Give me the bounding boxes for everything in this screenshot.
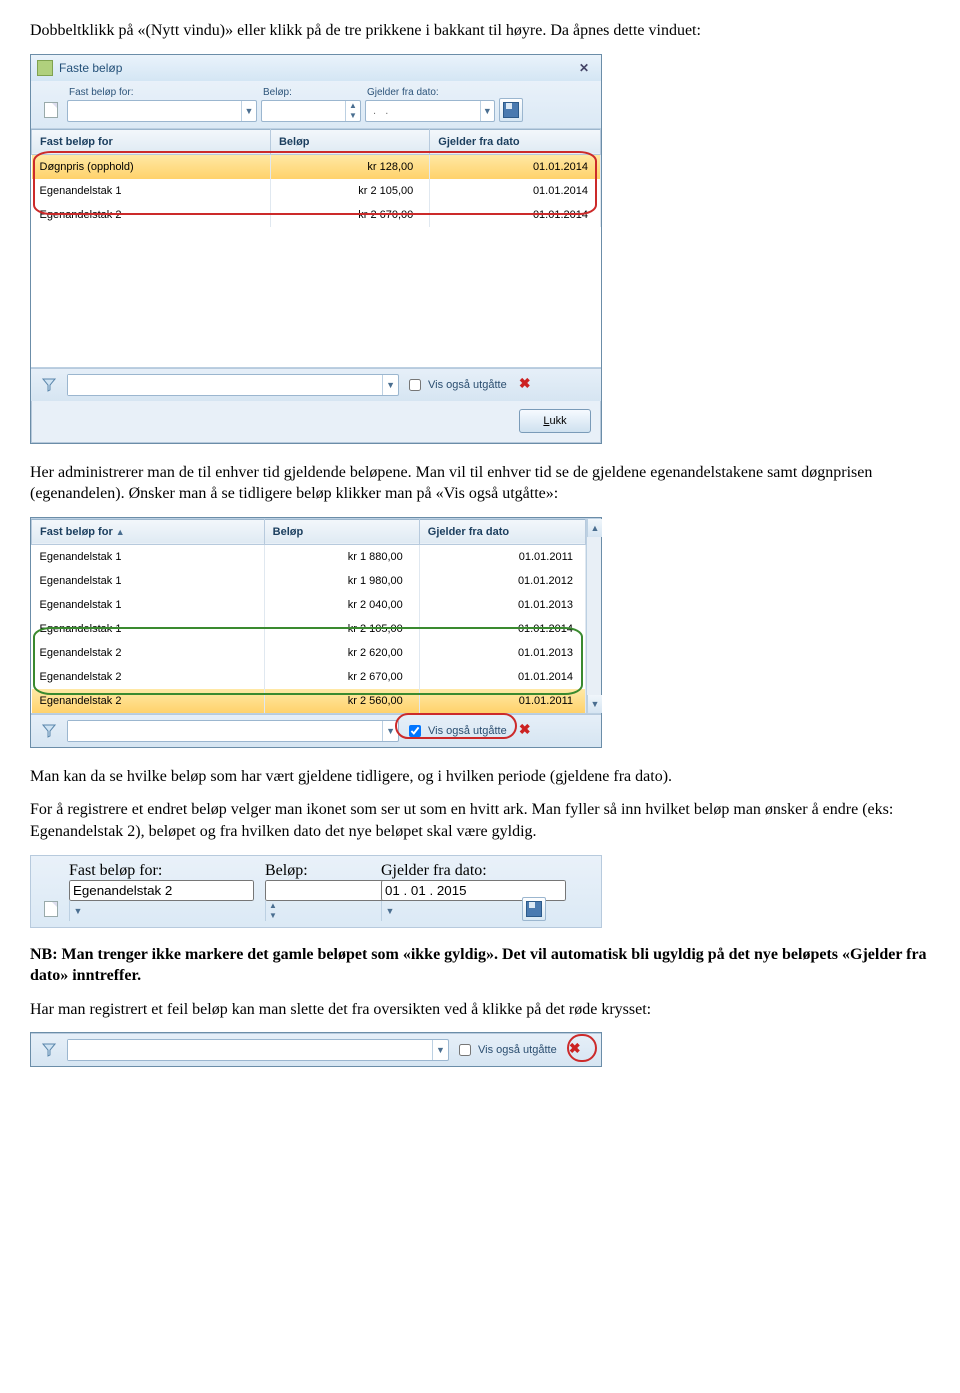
- new-record-icon[interactable]: [39, 897, 63, 921]
- chevron-down-icon[interactable]: ▼: [381, 901, 398, 921]
- delete-icon[interactable]: ✖: [513, 719, 537, 743]
- history-window: Fast beløp for ▲ Beløp Gjelder fra dato …: [30, 517, 602, 748]
- chevron-down-icon[interactable]: ▼: [480, 101, 494, 121]
- label-dato: Gjelder fra dato:: [381, 862, 487, 879]
- paragraph-3: Man kan da se hvilke beløp som har vært …: [30, 766, 930, 788]
- table-row[interactable]: Egenandelstak 2kr 2 620,0001.01.2013: [32, 641, 586, 665]
- dato-input[interactable]: ▼: [365, 100, 495, 122]
- th-dato[interactable]: Gjelder fra dato: [419, 519, 585, 544]
- new-record-icon[interactable]: [39, 98, 63, 122]
- window-title: Faste beløp: [59, 61, 122, 75]
- paragraph-2: Her administrerer man de til enhver tid …: [30, 462, 930, 505]
- sort-asc-icon: ▲: [116, 527, 125, 537]
- close-icon[interactable]: ✕: [573, 60, 595, 76]
- for-input[interactable]: ▼: [69, 880, 259, 921]
- new-record-inputs: Fast beløp for: ▼ Beløp: ▲▼ Gjelder fra …: [30, 855, 602, 928]
- th-for[interactable]: Fast beløp for: [32, 129, 271, 154]
- data-table-1: Fast beløp for Beløp Gjelder fra dato Dø…: [31, 129, 601, 227]
- spin-icons[interactable]: ▲▼: [265, 901, 375, 921]
- chevron-down-icon[interactable]: ▼: [432, 1040, 448, 1060]
- delete-icon[interactable]: ✖: [563, 1038, 587, 1062]
- scroll-down-icon[interactable]: ▼: [587, 695, 602, 713]
- vis-ogsa-checkbox[interactable]: Vis også utgåtte: [405, 722, 507, 740]
- paragraph-1: Dobbeltklikk på «(Nytt vindu)» eller kli…: [30, 20, 930, 42]
- scroll-up-icon[interactable]: ▲: [587, 519, 602, 537]
- input-toolbar: Fast beløp for: ▼ Beløp: ▲▼ Gjelder fra …: [31, 81, 601, 128]
- table-row[interactable]: Egenandelstak 1kr 2 105,0001.01.2014: [32, 617, 586, 641]
- label-for: Fast beløp for:: [67, 87, 257, 98]
- filter-bar-2: ▼ Vis også utgåtte ✖: [31, 714, 601, 747]
- th-belop[interactable]: Beløp: [264, 519, 419, 544]
- chevron-down-icon[interactable]: ▼: [382, 721, 398, 741]
- label-for: Fast beløp for:: [69, 862, 162, 879]
- filter-bar: ▼ Vis også utgåtte ✖: [31, 368, 601, 401]
- close-button[interactable]: Lukk: [519, 409, 591, 433]
- faste-belop-window: Faste beløp ✕ Fast beløp for: ▼ Beløp: ▲…: [30, 54, 602, 444]
- table-row[interactable]: Egenandelstak 2kr 2 670,0001.01.2014: [32, 665, 586, 689]
- label-dato: Gjelder fra dato:: [365, 87, 495, 98]
- belop-input[interactable]: ▲▼: [265, 880, 375, 921]
- th-dato[interactable]: Gjelder fra dato: [430, 129, 601, 154]
- data-table-2: Fast beløp for ▲ Beløp Gjelder fra dato …: [31, 519, 586, 713]
- table-row[interactable]: Egenandelstak 2 kr 2 670,00 01.01.2014: [32, 203, 601, 227]
- filter-icon[interactable]: [37, 373, 61, 397]
- table-header-row: Fast beløp for Beløp Gjelder fra dato: [32, 129, 601, 154]
- paragraph-5: NB: Man trenger ikke markere det gamle b…: [30, 944, 930, 987]
- filter-icon[interactable]: [37, 1038, 61, 1062]
- for-input[interactable]: ▼: [67, 100, 257, 122]
- app-icon: [37, 60, 53, 76]
- dato-input[interactable]: ▼: [381, 880, 516, 921]
- th-for[interactable]: Fast beløp for ▲: [32, 519, 265, 544]
- delete-icon[interactable]: ✖: [513, 373, 537, 397]
- belop-input[interactable]: ▲▼: [261, 100, 361, 122]
- save-icon[interactable]: [522, 897, 546, 921]
- delete-bar-window: ▼ Vis også utgåtte ✖: [30, 1032, 602, 1067]
- label-belop: Beløp:: [261, 87, 361, 98]
- filter-input[interactable]: ▼: [67, 720, 399, 742]
- table-row[interactable]: Egenandelstak 2kr 2 560,0001.01.2011: [32, 689, 586, 713]
- filter-bar-3: ▼ Vis også utgåtte ✖: [31, 1033, 601, 1066]
- save-icon[interactable]: [499, 98, 523, 122]
- table-row[interactable]: Egenandelstak 1kr 2 040,0001.01.2013: [32, 593, 586, 617]
- vis-ogsa-checkbox[interactable]: Vis også utgåtte: [455, 1041, 557, 1059]
- th-belop[interactable]: Beløp: [270, 129, 429, 154]
- filter-input[interactable]: ▼: [67, 374, 399, 396]
- titlebar: Faste beløp ✕: [31, 55, 601, 81]
- paragraph-6: Har man registrert et feil beløp kan man…: [30, 999, 930, 1021]
- table-row[interactable]: Egenandelstak 1 kr 2 105,00 01.01.2014: [32, 179, 601, 203]
- chevron-down-icon[interactable]: ▼: [69, 901, 86, 921]
- filter-input[interactable]: ▼: [67, 1039, 449, 1061]
- table-row[interactable]: Egenandelstak 1kr 1 880,0001.01.2011: [32, 544, 586, 569]
- chevron-down-icon[interactable]: ▼: [241, 101, 256, 121]
- label-belop: Beløp:: [265, 862, 308, 879]
- table-row[interactable]: Egenandelstak 1kr 1 980,0001.01.2012: [32, 569, 586, 593]
- table-area: Fast beløp for Beløp Gjelder fra dato Dø…: [31, 128, 601, 368]
- spin-icons[interactable]: ▲▼: [345, 101, 360, 121]
- paragraph-4: For å registrere et endret beløp velger …: [30, 799, 930, 842]
- chevron-down-icon[interactable]: ▼: [382, 375, 398, 395]
- filter-icon[interactable]: [37, 719, 61, 743]
- table-row[interactable]: Døgnpris (opphold) kr 128,00 01.01.2014: [32, 154, 601, 179]
- table-header-row: Fast beløp for ▲ Beløp Gjelder fra dato: [32, 519, 586, 544]
- vis-ogsa-checkbox[interactable]: Vis også utgåtte: [405, 376, 507, 394]
